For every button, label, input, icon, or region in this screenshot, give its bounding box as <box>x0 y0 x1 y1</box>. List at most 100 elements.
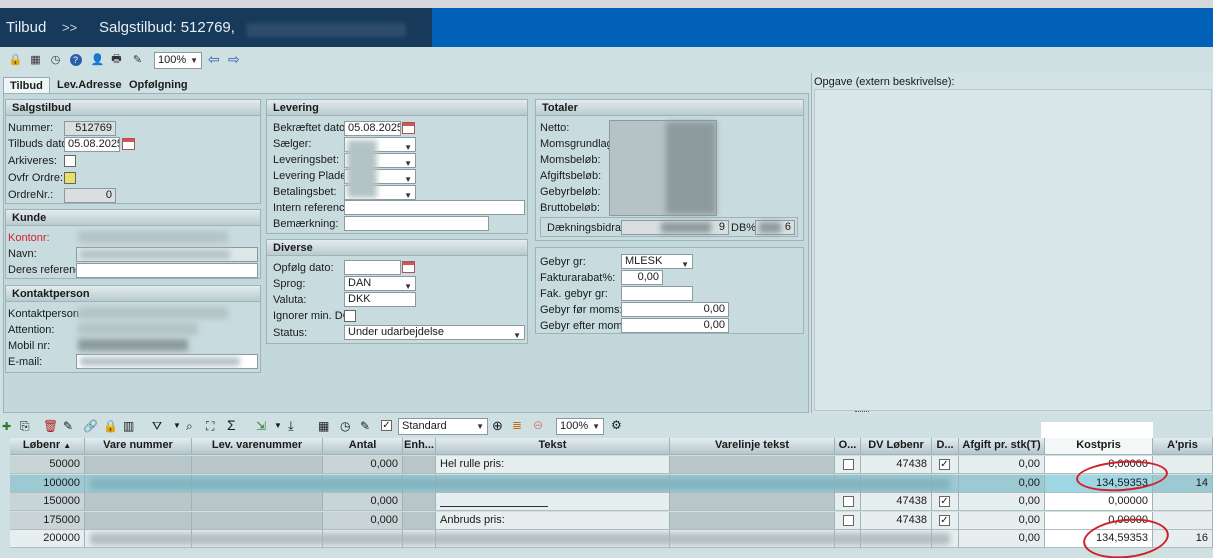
tilbuds-dato-field[interactable]: 05.08.2025 <box>64 137 120 152</box>
row-checkbox[interactable] <box>843 496 854 507</box>
cell-tekst[interactable] <box>436 493 670 511</box>
fakturarabat-field[interactable]: 0,00 <box>621 270 663 285</box>
col-dv-lobenr[interactable]: DV Løbenr <box>861 438 932 455</box>
cell-afgift[interactable]: 0,00 <box>959 511 1045 530</box>
calendar-icon[interactable] <box>402 122 415 134</box>
import-icon[interactable]: ⤓ <box>288 418 294 434</box>
lock-icon[interactable]: 🔒 <box>103 419 118 433</box>
delete-icon[interactable]: 🗑 <box>43 419 58 433</box>
tab-opfolgning[interactable]: Opfølgning <box>123 77 194 94</box>
edit-note-icon[interactable]: ✎ <box>131 53 144 66</box>
gebyr-gr-select[interactable]: MLESK ▼ <box>621 254 693 269</box>
tab-tilbud[interactable]: Tilbud <box>3 77 50 94</box>
zoom-select[interactable]: 100% ▼ <box>154 52 202 69</box>
fit-columns-icon[interactable]: ⛶ <box>206 419 214 434</box>
cell-o[interactable] <box>835 511 861 530</box>
grid-zoom-select[interactable]: 100% ▼ <box>556 418 604 435</box>
cell-tekst[interactable]: Hel rulle pris: <box>436 456 670 474</box>
table-icon[interactable]: ▦ <box>318 419 329 433</box>
grid-icon[interactable]: ▦ <box>29 53 42 66</box>
deres-reference-field[interactable] <box>76 263 258 278</box>
breadcrumb-root[interactable]: Tilbud <box>6 19 46 36</box>
columns-icon[interactable]: ▥ <box>123 419 134 433</box>
sum-icon[interactable]: Σ <box>227 417 236 433</box>
col-d[interactable]: D... <box>932 438 959 455</box>
add-row-icon[interactable]: ✚ <box>2 420 11 433</box>
cell-lobenr[interactable]: 200000 <box>10 530 85 548</box>
col-vare-nummer[interactable]: Vare nummer <box>85 438 192 455</box>
row-checkbox[interactable]: ✓ <box>939 459 950 470</box>
stack-icon[interactable]: ≣ <box>512 418 522 432</box>
cell-vare-nummer[interactable] <box>85 511 192 530</box>
note-icon[interactable]: ✎ <box>360 419 370 433</box>
sprog-select[interactable]: DAN ▼ <box>344 276 416 291</box>
remove-circle-icon[interactable]: ⊖ <box>533 418 543 432</box>
cell-afgift[interactable]: 0,00 <box>959 456 1045 474</box>
cell-d[interactable]: ✓ <box>932 493 959 511</box>
kontonr-label[interactable]: Kontonr: <box>8 232 50 244</box>
bemaerkning-field[interactable] <box>344 216 489 231</box>
col-varelinje-tekst[interactable]: Varelinje tekst <box>670 438 835 455</box>
fak-gebyr-gr-field[interactable] <box>621 286 693 301</box>
cell-dv-lobenr[interactable]: 47438 <box>861 493 932 511</box>
link-icon[interactable]: 🔗 <box>83 419 98 433</box>
cell-antal[interactable]: 0,000 <box>323 493 403 511</box>
cell-d[interactable]: ✓ <box>932 456 959 474</box>
chevron-down-icon[interactable]: ▼ <box>274 421 282 430</box>
cell-dv-lobenr[interactable]: 47438 <box>861 511 932 530</box>
cell-enhed[interactable] <box>403 493 436 511</box>
cell-lobenr[interactable]: 50000 <box>10 456 85 474</box>
cell-afgift[interactable]: 0,00 <box>959 530 1045 548</box>
cell-vare-nummer[interactable] <box>85 493 192 511</box>
bekraeftet-dato-field[interactable]: 05.08.2025 <box>344 121 401 136</box>
cell-enhed[interactable] <box>403 456 436 474</box>
settings-grid-icon[interactable]: ⚙ <box>611 418 622 432</box>
ovfr-ordre-checkbox[interactable] <box>64 172 76 184</box>
edit-icon[interactable]: ✎ <box>63 419 73 433</box>
lock-icon[interactable]: 🔒 <box>9 53 23 66</box>
row-checkbox[interactable]: ✓ <box>939 496 950 507</box>
intern-reference-field[interactable] <box>344 200 525 215</box>
opgave-textarea[interactable] <box>814 89 1212 411</box>
checkbox-icon[interactable]: ✓ <box>381 420 392 431</box>
ordrenr-field[interactable]: 0 <box>64 188 116 203</box>
cell-lev-varenummer[interactable] <box>192 493 323 511</box>
cell-lev-varenummer[interactable] <box>192 511 323 530</box>
cell-o[interactable] <box>835 493 861 511</box>
cell-tekst[interactable]: Anbruds pris: <box>436 511 670 530</box>
ignorer-min-dg-checkbox[interactable] <box>344 310 356 322</box>
col-antal[interactable]: Antal <box>323 438 403 455</box>
cell-lobenr[interactable]: 100000 <box>10 474 85 493</box>
cell-lobenr[interactable]: 175000 <box>10 511 85 530</box>
col-lobenr[interactable]: Løbenr ▲ <box>10 438 85 455</box>
layout-select[interactable]: Standard ▼ <box>398 418 488 435</box>
history-icon[interactable]: ◷ <box>340 419 350 433</box>
arkiveres-checkbox[interactable] <box>64 155 76 167</box>
cell-o[interactable] <box>835 456 861 474</box>
cell-varelinje-tekst[interactable] <box>670 493 835 511</box>
cell-kostpris[interactable]: 0,00000 <box>1045 493 1153 511</box>
cell-lev-varenummer[interactable] <box>192 456 323 474</box>
filter-icon[interactable]: ⛛ <box>152 419 162 434</box>
arrow-right-icon[interactable]: ⇨ <box>228 51 240 68</box>
add-circle-icon[interactable]: ⊕ <box>492 418 503 434</box>
calendar-icon[interactable] <box>122 138 135 150</box>
cell-dv-lobenr[interactable]: 47438 <box>861 456 932 474</box>
cell-antal[interactable]: 0,000 <box>323 511 403 530</box>
history-icon[interactable]: ◷ <box>49 53 62 66</box>
print-icon[interactable]: 🖶 <box>110 53 123 66</box>
splitter-grip[interactable] <box>855 411 869 415</box>
status-select[interactable]: Under udarbejdelse ▼ <box>344 325 525 340</box>
gebyr-efter-moms-field[interactable]: 0,00 <box>621 318 729 333</box>
cell-d[interactable]: ✓ <box>932 511 959 530</box>
row-checkbox[interactable] <box>843 514 854 526</box>
help-icon[interactable]: ? <box>69 53 82 66</box>
cell-antal[interactable]: 0,000 <box>323 456 403 474</box>
cell-apris[interactable] <box>1153 493 1213 511</box>
row-checkbox[interactable]: ✓ <box>939 514 950 526</box>
arrow-left-icon[interactable]: ⇦ <box>208 51 220 68</box>
row-checkbox[interactable] <box>843 459 854 470</box>
tab-lev-adresse[interactable]: Lev.Adresse <box>51 77 128 94</box>
col-enhed[interactable]: Enh... <box>403 438 436 455</box>
cell-enhed[interactable] <box>403 511 436 530</box>
